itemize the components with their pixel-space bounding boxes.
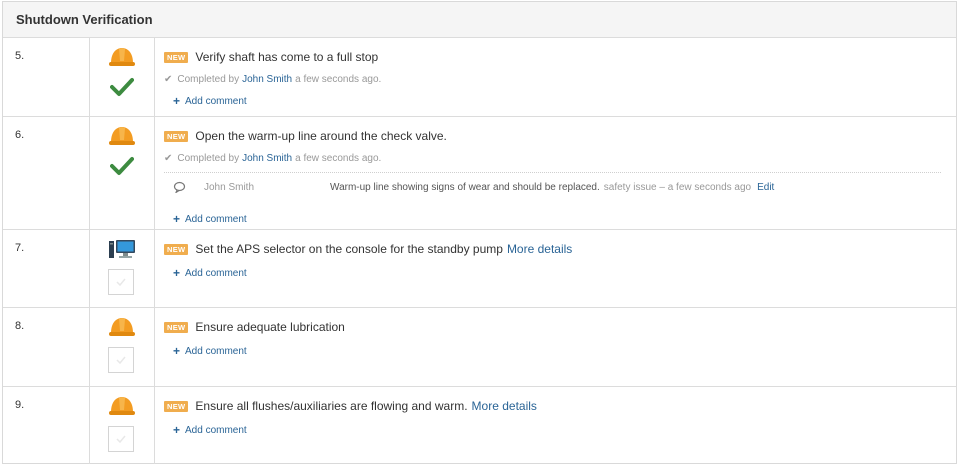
add-comment-link[interactable]: + Add comment (173, 423, 956, 437)
comment-entry: John Smith Warm-up line showing signs of… (164, 172, 941, 203)
more-details-link[interactable]: More details (507, 242, 572, 256)
comment-author: John Smith (204, 182, 255, 193)
task-row-6: 6. NEW Open the warm-up line around the … (3, 117, 956, 230)
checklist-panel: Shutdown Verification 5. NEW Verify shaf… (2, 1, 957, 464)
new-badge: NEW (164, 400, 189, 412)
task-title: Open the warm-up line around the check v… (195, 129, 447, 143)
plus-icon: + (173, 423, 181, 437)
completed-info: ✔ Completed by John Smith a few seconds … (164, 152, 382, 164)
hardhat-icon (109, 397, 135, 415)
add-comment-link[interactable]: + Add comment (173, 212, 956, 226)
user-link[interactable]: John Smith (242, 74, 292, 85)
add-comment-link[interactable]: + Add comment (173, 344, 956, 358)
hardhat-icon (109, 318, 135, 336)
checkmark-faint-icon (116, 278, 126, 286)
task-row-5: 5. NEW Verify shaft has come to a full s… (3, 38, 956, 117)
completed-info: ✔ Completed by John Smith a few seconds … (164, 73, 382, 85)
comment-bubble-icon (173, 181, 186, 193)
task-number: 9. (3, 387, 90, 464)
new-badge: NEW (164, 51, 189, 63)
task-number: 5. (3, 38, 90, 116)
checkmark-faint-icon (116, 356, 126, 364)
checkmark-faint-icon (116, 435, 126, 443)
hardhat-icon (109, 127, 135, 145)
comment-tag: safety issue – a few seconds ago (603, 182, 752, 193)
add-comment-link[interactable]: + Add comment (173, 266, 956, 280)
task-number: 8. (3, 308, 90, 386)
task-title: Ensure all flushes/auxiliaries are flowi… (195, 399, 468, 413)
task-row-7: 7. NEW Set the APS selector on the conso… (3, 230, 956, 308)
task-checkbox[interactable] (108, 347, 134, 373)
new-badge: NEW (164, 321, 189, 333)
task-title: Ensure adequate lubrication (195, 320, 345, 334)
check-small-icon: ✔ (164, 73, 173, 85)
task-checkbox[interactable] (108, 269, 134, 295)
task-title: Verify shaft has come to a full stop (195, 50, 379, 64)
more-details-link[interactable]: More details (472, 399, 537, 413)
task-number: 7. (3, 230, 90, 307)
new-badge: NEW (164, 243, 189, 255)
user-link[interactable]: John Smith (242, 153, 292, 164)
task-title: Set the APS selector on the console for … (195, 242, 503, 256)
section-header: Shutdown Verification (3, 2, 956, 38)
add-comment-link[interactable]: + Add comment (173, 94, 956, 108)
task-number: 6. (3, 117, 90, 229)
plus-icon: + (173, 344, 181, 358)
comment-body: Warm-up line showing signs of wear and s… (330, 182, 775, 193)
computer-icon (109, 240, 135, 258)
new-badge: NEW (164, 130, 189, 142)
hardhat-icon (109, 48, 135, 66)
task-row-9: 9. NEW Ensure all flushes/auxiliaries ar… (3, 387, 956, 464)
section-title: Shutdown Verification (16, 12, 153, 27)
check-small-icon: ✔ (164, 152, 173, 164)
plus-icon: + (173, 266, 181, 280)
checkmark-icon[interactable] (110, 156, 134, 176)
plus-icon: + (173, 94, 181, 108)
checkmark-icon[interactable] (110, 77, 134, 97)
task-row-8: 8. NEW Ensure adequate lubrication + Add… (3, 308, 956, 387)
comment-edit-link[interactable]: Edit (757, 182, 774, 193)
task-checkbox[interactable] (108, 426, 134, 452)
plus-icon: + (173, 212, 181, 226)
